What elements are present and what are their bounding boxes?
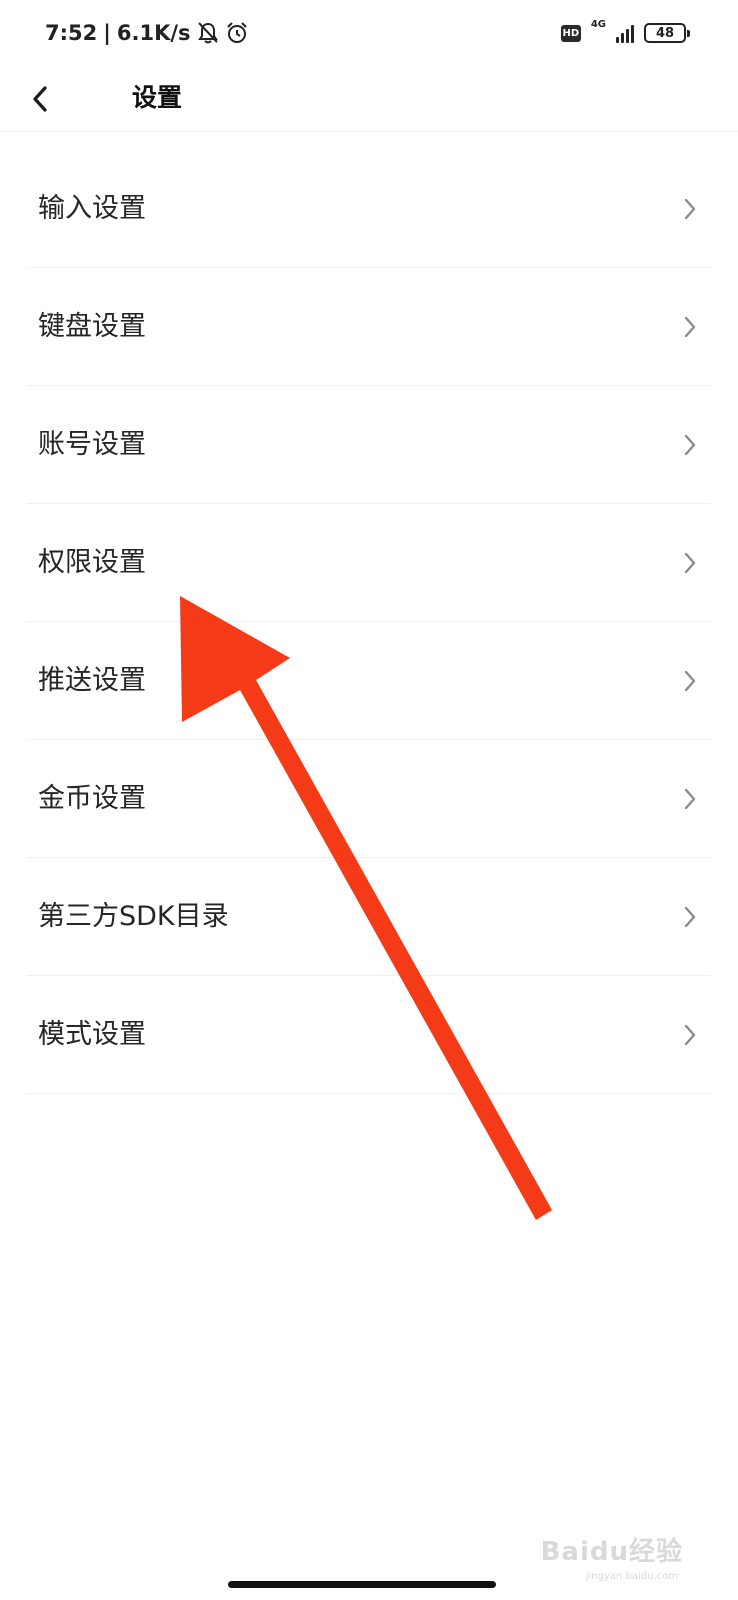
settings-item-label: 权限设置 <box>38 547 146 578</box>
battery-icon: 48 <box>644 23 690 43</box>
settings-item-keyboard[interactable]: 键盘设置 <box>0 268 738 386</box>
chevron-right-icon <box>684 552 696 574</box>
settings-screen: 7:52 | 6.1K/s HD 4G 48 设置 输入设置 键盘设置 账号设置… <box>0 0 738 1600</box>
status-left: 7:52 | 6.1K/s <box>45 18 249 48</box>
chevron-right-icon <box>684 1024 696 1046</box>
hd-icon: HD <box>560 24 581 42</box>
signal-icon <box>616 23 634 43</box>
settings-item-mode[interactable]: 模式设置 <box>0 976 738 1094</box>
settings-item-label: 模式设置 <box>38 1019 146 1050</box>
settings-item-label: 账号设置 <box>38 429 146 460</box>
settings-item-permissions[interactable]: 权限设置 <box>0 504 738 622</box>
chevron-right-icon <box>684 198 696 220</box>
status-bar: 7:52 | 6.1K/s HD 4G 48 <box>0 0 738 66</box>
network-type-label: 4G <box>590 19 606 30</box>
settings-item-push[interactable]: 推送设置 <box>0 622 738 740</box>
watermark-sub: jingyan.baidu.com <box>585 1571 678 1582</box>
status-right: HD 4G 48 <box>560 18 690 48</box>
chevron-right-icon <box>684 316 696 338</box>
back-button[interactable] <box>20 74 60 124</box>
chevron-right-icon <box>684 670 696 692</box>
settings-list: 输入设置 键盘设置 账号设置 权限设置 推送设置 金币设置 第三方SDK目录 模… <box>0 150 738 1094</box>
status-separator: | <box>103 21 111 45</box>
chevron-left-icon <box>33 86 47 112</box>
settings-item-input[interactable]: 输入设置 <box>0 150 738 268</box>
chevron-right-icon <box>684 434 696 456</box>
settings-item-third-party-sdk[interactable]: 第三方SDK目录 <box>0 858 738 976</box>
page-title: 设置 <box>132 83 183 112</box>
chevron-right-icon <box>684 788 696 810</box>
watermark: Baidu经验 <box>540 1537 683 1567</box>
bell-off-icon <box>197 21 219 45</box>
settings-item-label: 推送设置 <box>38 665 146 696</box>
home-indicator[interactable] <box>228 1581 496 1588</box>
title-bar: 设置 <box>0 66 738 132</box>
settings-item-label: 第三方SDK目录 <box>38 901 229 932</box>
status-time: 7:52 <box>45 21 98 45</box>
battery-level: 48 <box>655 25 675 41</box>
settings-item-label: 金币设置 <box>38 783 146 814</box>
alarm-clock-icon <box>225 21 249 45</box>
settings-item-label: 输入设置 <box>38 193 146 224</box>
settings-item-account[interactable]: 账号设置 <box>0 386 738 504</box>
settings-item-coins[interactable]: 金币设置 <box>0 740 738 858</box>
chevron-right-icon <box>684 906 696 928</box>
settings-item-label: 键盘设置 <box>38 311 146 342</box>
status-net-speed: 6.1K/s <box>116 21 191 45</box>
